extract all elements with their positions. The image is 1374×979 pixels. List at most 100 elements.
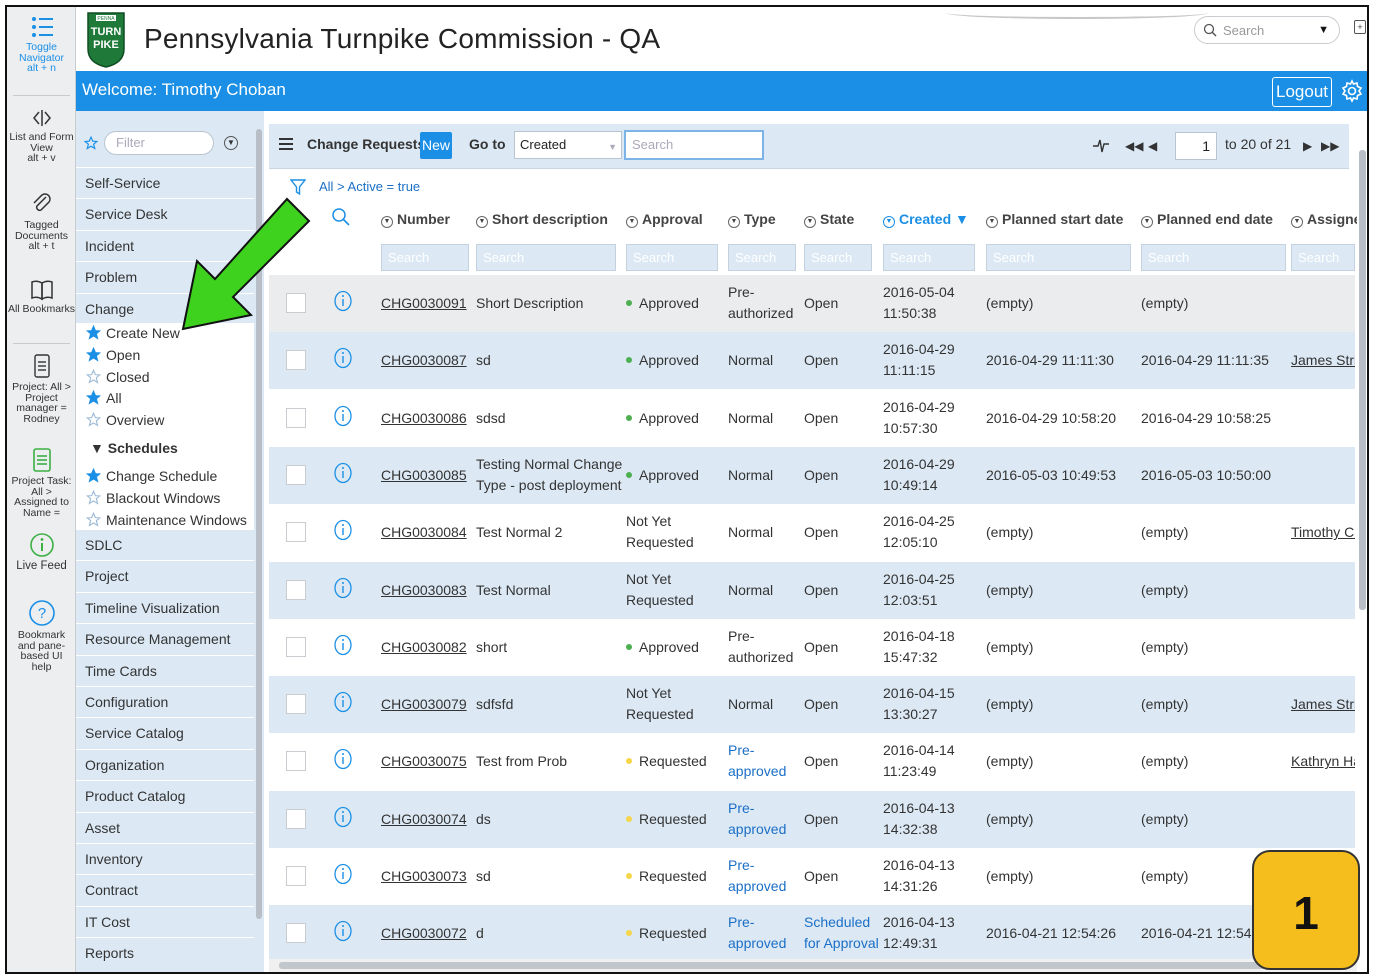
row-checkbox[interactable] — [286, 407, 306, 428]
nav-module-asset[interactable]: Asset — [76, 811, 254, 843]
star-outline-icon[interactable] — [86, 412, 101, 427]
project-bookmark-button[interactable]: Project: All > Project manager = Rodney — [7, 353, 76, 424]
nav-item-all[interactable]: All — [86, 388, 122, 409]
pop-out-icon[interactable]: + — [1354, 20, 1366, 34]
nav-module-self-service[interactable]: Self-Service — [76, 167, 254, 198]
previous-page-icon[interactable]: ◀ — [1148, 139, 1157, 153]
column-search-type[interactable]: Search — [728, 244, 796, 271]
column-options-icon[interactable]: ▼ — [1141, 216, 1153, 228]
table-row[interactable]: CHG0030073 sd Requested Pre-approved Open 201… — [269, 848, 1355, 905]
nav-module-project[interactable]: Project — [76, 560, 254, 592]
star-outline-icon[interactable] — [86, 368, 101, 384]
change-number-link[interactable]: CHG0030082 — [381, 637, 467, 658]
assigned-to-link[interactable]: James Strie — [1291, 350, 1355, 371]
row-checkbox[interactable] — [286, 923, 306, 944]
column-header-number[interactable]: ▼ Number — [381, 211, 450, 228]
column-options-icon[interactable]: ▼ — [476, 216, 488, 228]
row-checkbox[interactable] — [286, 808, 306, 829]
column-options-icon[interactable]: ▼ — [804, 216, 816, 228]
column-options-icon[interactable]: ▼ — [626, 216, 638, 228]
column-header-short[interactable]: ▼ Short description — [476, 211, 608, 228]
info-icon[interactable] — [333, 462, 353, 484]
change-number-link[interactable]: CHG0030073 — [381, 866, 467, 887]
new-button[interactable]: New — [420, 132, 452, 159]
column-search-end[interactable]: Search — [1141, 244, 1286, 271]
nav-item-maintenance-windows[interactable]: Maintenance Windows — [86, 510, 247, 531]
search-icon[interactable] — [331, 207, 351, 227]
list-vertical-scrollbar[interactable] — [1357, 124, 1367, 972]
change-number-link[interactable]: CHG0030084 — [381, 522, 467, 543]
next-page-icon[interactable]: ▶ — [1303, 139, 1312, 153]
change-number-link[interactable]: CHG0030091 — [381, 293, 467, 314]
table-row[interactable]: CHG0030091 Short Description Approved Pre-a… — [269, 275, 1355, 332]
table-row[interactable]: CHG0030084 Test Normal 2 Not Yet Requested… — [269, 504, 1355, 562]
info-icon[interactable] — [333, 519, 353, 541]
nav-module-inventory[interactable]: Inventory — [76, 843, 254, 874]
row-checkbox[interactable] — [286, 350, 306, 371]
change-number-link[interactable]: CHG0030072 — [381, 923, 467, 944]
star-filled-icon[interactable] — [86, 346, 101, 362]
nav-module-service-catalog[interactable]: Service Catalog — [76, 717, 254, 749]
column-options-icon[interactable]: ▼ — [381, 216, 393, 228]
first-page-icon[interactable]: ◀◀ — [1125, 139, 1143, 153]
star-filled-icon[interactable] — [86, 468, 101, 483]
list-title[interactable]: Change Requests — [307, 136, 425, 152]
nav-item-change-schedule[interactable]: Change Schedule — [86, 466, 217, 487]
gear-icon[interactable] — [1340, 79, 1364, 103]
row-checkbox[interactable] — [286, 522, 306, 543]
list-form-view-button[interactable]: List and Form View alt + v — [7, 107, 76, 164]
chevron-down-icon[interactable]: ▼ — [1318, 24, 1329, 36]
column-header-approval[interactable]: ▼ Approval — [626, 211, 703, 228]
column-search-state[interactable]: Search — [804, 244, 872, 271]
global-search[interactable]: Search ▼ — [1194, 16, 1340, 44]
nav-item-blackout-windows[interactable]: Blackout Windows — [86, 488, 220, 509]
list-horizontal-scrollbar[interactable] — [269, 959, 1357, 972]
scroll-thumb[interactable] — [1359, 150, 1366, 610]
change-number-link[interactable]: CHG0030085 — [381, 465, 467, 486]
tagged-documents-button[interactable]: Tagged Documents alt + t — [7, 193, 76, 252]
nav-module-it-cost[interactable]: IT Cost — [76, 905, 254, 937]
column-header-created[interactable]: ▼ Created ▼ — [883, 211, 969, 228]
column-options-icon[interactable]: ▼ — [728, 216, 740, 228]
goto-field-select[interactable]: Created ▼ — [514, 131, 622, 159]
column-search-start[interactable]: Search — [986, 244, 1131, 271]
filter-options-icon[interactable]: ▼ — [224, 136, 238, 150]
column-search-approval[interactable]: Search — [626, 244, 718, 271]
nav-module-sdlc[interactable]: SDLC — [76, 529, 254, 560]
nav-item-closed[interactable]: Closed — [86, 367, 150, 388]
info-icon[interactable] — [333, 347, 353, 369]
info-icon[interactable] — [333, 748, 353, 770]
star-outline-icon[interactable] — [86, 489, 101, 505]
info-icon[interactable] — [333, 405, 353, 427]
table-row[interactable]: CHG0030074 ds Requested Pre-approved Open 201… — [269, 790, 1355, 848]
nav-module-timeline-visualization[interactable]: Timeline Visualization — [76, 591, 254, 623]
column-header-end[interactable]: ▼ Planned end date — [1141, 211, 1273, 228]
row-checkbox[interactable] — [286, 579, 306, 600]
logout-button[interactable]: Logout — [1272, 77, 1332, 107]
column-header-type[interactable]: ▼ Type — [728, 211, 776, 228]
table-row[interactable]: CHG0030082 short Approved Pre-authorized Ope… — [269, 618, 1355, 676]
hamburger-menu-icon[interactable] — [279, 137, 295, 151]
change-number-link[interactable]: CHG0030074 — [381, 809, 467, 830]
navigator-filter-input[interactable]: Filter — [104, 131, 214, 155]
activity-pulse-icon[interactable] — [1092, 136, 1110, 154]
info-icon[interactable] — [333, 634, 353, 656]
project-task-bookmark-button[interactable]: Project Task: All > Assigned to Name = — [7, 447, 76, 518]
column-search-number[interactable]: Search — [381, 244, 469, 271]
star-filled-icon[interactable] — [86, 390, 101, 406]
nav-module-resource-management[interactable]: Resource Management — [76, 623, 254, 655]
schedules-section-header[interactable]: ▼ Schedules — [90, 438, 178, 459]
table-row[interactable]: CHG0030083 Test Normal Not Yet Requested No… — [269, 561, 1355, 619]
nav-item-create-new[interactable]: Create New — [86, 323, 180, 344]
table-row[interactable]: CHG0030085 Testing Normal Change Type - po… — [269, 446, 1355, 504]
change-number-link[interactable]: CHG0030075 — [381, 751, 467, 772]
last-page-icon[interactable]: ▶▶ — [1321, 139, 1339, 153]
info-icon[interactable] — [333, 806, 353, 828]
row-checkbox[interactable] — [286, 866, 306, 886]
row-checkbox[interactable] — [286, 751, 306, 772]
row-checkbox[interactable] — [286, 636, 306, 657]
column-header-state[interactable]: ▼ State — [804, 211, 854, 228]
column-search-short[interactable]: Search — [476, 244, 616, 271]
funnel-filter-icon[interactable] — [290, 178, 306, 196]
nav-module-product-catalog[interactable]: Product Catalog — [76, 780, 254, 812]
